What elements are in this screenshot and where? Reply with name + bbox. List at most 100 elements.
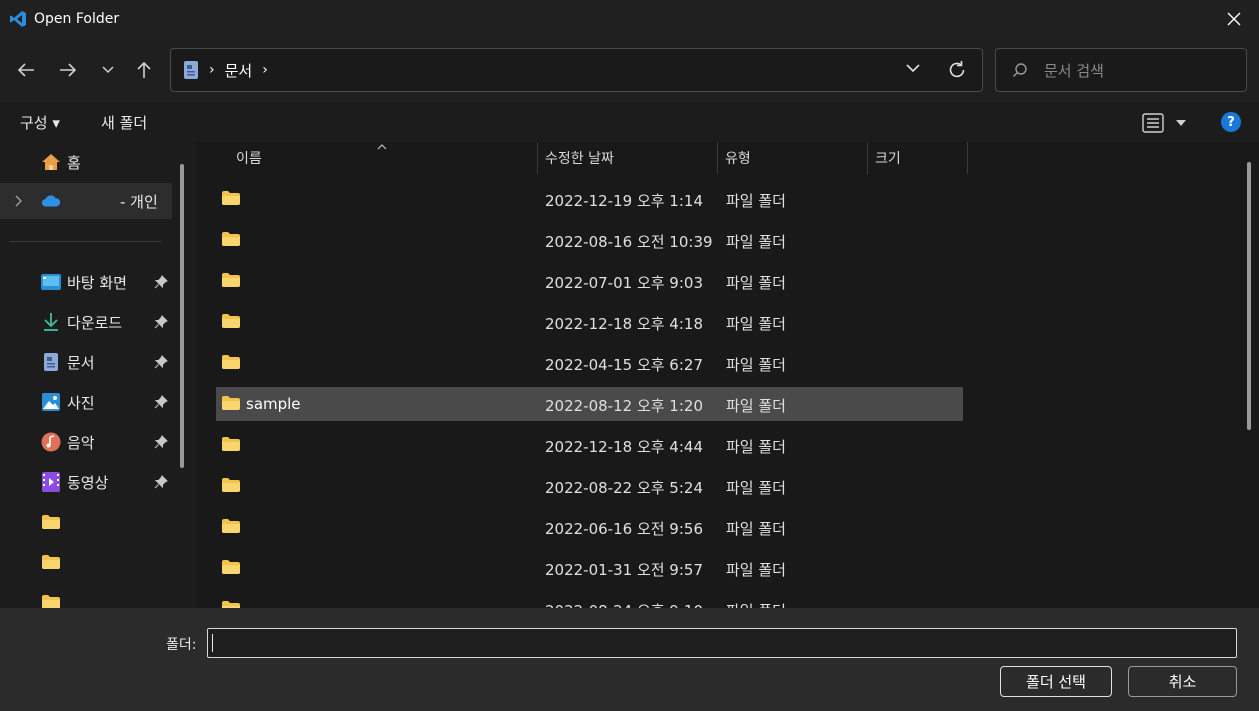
sidebar-item-music[interactable]: 음악	[0, 424, 172, 460]
file-date: 2022-06-16 오전 9:56	[545, 520, 703, 538]
cancel-button[interactable]: 취소	[1128, 666, 1237, 697]
sidebar-item-desktop[interactable]: 바탕 화면	[0, 264, 172, 300]
view-dropdown-icon	[1176, 120, 1186, 126]
file-type: 파일 폴더	[726, 356, 786, 374]
folder-icon	[222, 232, 240, 246]
folder-field-label: 폴더:	[166, 637, 197, 653]
pin-icon[interactable]	[154, 275, 168, 289]
file-row[interactable]: 2022-08-24 오후 9:10 파일 폴더	[216, 592, 963, 608]
breadcrumb-separator[interactable]: ›	[262, 62, 268, 78]
file-list-scrollbar[interactable]	[1247, 162, 1251, 430]
sidebar-item-downloads[interactable]: 다운로드	[0, 304, 172, 340]
sidebar-item-documents[interactable]: 문서	[0, 344, 172, 380]
address-dropdown-icon[interactable]	[906, 61, 920, 77]
file-date: 2022-01-31 오전 9:57	[545, 561, 703, 579]
search-box[interactable]: 문서 검색	[995, 48, 1247, 92]
file-type: 파일 폴더	[726, 479, 786, 497]
details-view-icon	[1142, 113, 1164, 133]
help-icon[interactable]: ?	[1221, 112, 1241, 132]
file-type: 파일 폴더	[726, 192, 786, 210]
file-row[interactable]: 2022-06-16 오전 9:56 파일 폴더	[216, 510, 963, 544]
new-folder-button[interactable]: 새 폴더	[101, 112, 147, 133]
file-row[interactable]: 2022-12-18 오후 4:18 파일 폴더	[216, 305, 963, 339]
pin-icon[interactable]	[154, 475, 168, 489]
pin-icon[interactable]	[154, 395, 168, 409]
text-caret	[212, 634, 213, 652]
folder-icon	[222, 396, 240, 410]
forward-arrow-icon[interactable]	[54, 56, 82, 84]
file-type: 파일 폴더	[726, 397, 786, 415]
close-icon[interactable]	[1221, 7, 1247, 31]
pin-icon[interactable]	[154, 355, 168, 369]
desktop-icon	[41, 272, 61, 292]
sidebar-divider	[10, 241, 162, 242]
file-date: 2022-04-15 오후 6:27	[545, 356, 703, 374]
breadcrumb-separator: ›	[209, 62, 215, 78]
sidebar-item-folder[interactable]	[0, 584, 172, 608]
recent-locations-chevron-icon[interactable]	[94, 56, 122, 84]
sidebar-item-folder[interactable]	[0, 544, 172, 580]
folder-icon	[222, 519, 240, 533]
column-header-name[interactable]: 이름	[236, 142, 262, 174]
view-options-button[interactable]	[1142, 112, 1186, 134]
file-date: 2022-08-22 오후 5:24	[545, 479, 703, 497]
back-arrow-icon[interactable]	[12, 56, 40, 84]
file-row[interactable]: 2022-04-15 오후 6:27 파일 폴더	[216, 346, 963, 380]
folder-icon	[222, 478, 240, 492]
file-row[interactable]: 2022-12-19 오후 1:14 파일 폴더	[216, 182, 963, 216]
column-header-date[interactable]: 수정한 날짜	[545, 142, 614, 174]
document-icon	[41, 352, 61, 372]
expand-chevron-icon[interactable]	[14, 195, 24, 207]
pin-icon[interactable]	[154, 315, 168, 329]
organize-menu-button[interactable]: 구성 ▾	[20, 112, 60, 133]
file-row-selected[interactable]: sample 2022-08-12 오후 1:20 파일 폴더	[216, 387, 963, 421]
folder-name-input[interactable]	[207, 628, 1237, 658]
column-divider[interactable]	[867, 142, 868, 174]
file-list: 이름 수정한 날짜 유형 크기 2022-12-19 오후 1:14 파일 폴더…	[196, 142, 1259, 608]
document-icon	[184, 61, 198, 79]
sidebar-item-label: 동영상	[67, 473, 109, 492]
refresh-icon[interactable]	[946, 59, 968, 81]
file-row[interactable]: 2022-07-01 오후 9:03 파일 폴더	[216, 264, 963, 298]
file-type: 파일 폴더	[726, 600, 786, 608]
sidebar-item-home[interactable]: 홈	[0, 144, 172, 180]
folder-icon	[41, 512, 61, 532]
file-row[interactable]: 2022-08-22 오후 5:24 파일 폴더	[216, 469, 963, 503]
file-type: 파일 폴더	[726, 438, 786, 456]
window-title: Open Folder	[34, 11, 120, 27]
sidebar-item-folder[interactable]	[0, 504, 172, 540]
navigation-pane: 홈 - 개인 바탕 화면 다운로드 문서 사진 음악 동영상	[0, 142, 190, 608]
folder-icon	[222, 191, 240, 205]
file-row[interactable]: 2022-08-16 오전 10:39 파일 폴더	[216, 223, 963, 257]
video-icon	[41, 472, 61, 492]
column-header-type[interactable]: 유형	[725, 142, 751, 174]
file-date: 2022-12-18 오후 4:44	[545, 438, 703, 456]
sort-ascending-icon	[377, 144, 387, 150]
file-type: 파일 폴더	[726, 315, 786, 333]
sidebar-item-pictures[interactable]: 사진	[0, 384, 172, 420]
file-type: 파일 폴더	[726, 274, 786, 292]
sidebar-item-videos[interactable]: 동영상	[0, 464, 172, 500]
file-row[interactable]: 2022-01-31 오전 9:57 파일 폴더	[216, 551, 963, 585]
column-divider[interactable]	[717, 142, 718, 174]
folder-icon	[222, 355, 240, 369]
sidebar-scrollbar[interactable]	[180, 164, 184, 468]
dialog-footer: 폴더: 폴더 선택 취소	[0, 608, 1259, 711]
column-header-size[interactable]: 크기	[875, 142, 901, 174]
search-icon	[1013, 63, 1027, 77]
pin-icon[interactable]	[154, 435, 168, 449]
sidebar-item-label: 홈	[67, 153, 81, 172]
file-date: 2022-12-19 오후 1:14	[545, 192, 703, 210]
file-row[interactable]: 2022-12-18 오후 4:44 파일 폴더	[216, 428, 963, 462]
column-divider[interactable]	[967, 142, 968, 174]
up-arrow-icon[interactable]	[130, 56, 158, 84]
sidebar-item-onedrive[interactable]: - 개인	[0, 183, 172, 219]
select-folder-button[interactable]: 폴더 선택	[1000, 666, 1112, 697]
file-type: 파일 폴더	[726, 561, 786, 579]
file-date: 2022-08-16 오전 10:39	[545, 233, 713, 251]
column-divider[interactable]	[537, 142, 538, 174]
address-bar[interactable]: › 문서 ›	[170, 48, 983, 92]
home-icon	[41, 152, 61, 172]
sidebar-item-label: 사진	[67, 393, 95, 412]
breadcrumb-documents[interactable]: 문서	[225, 60, 253, 81]
